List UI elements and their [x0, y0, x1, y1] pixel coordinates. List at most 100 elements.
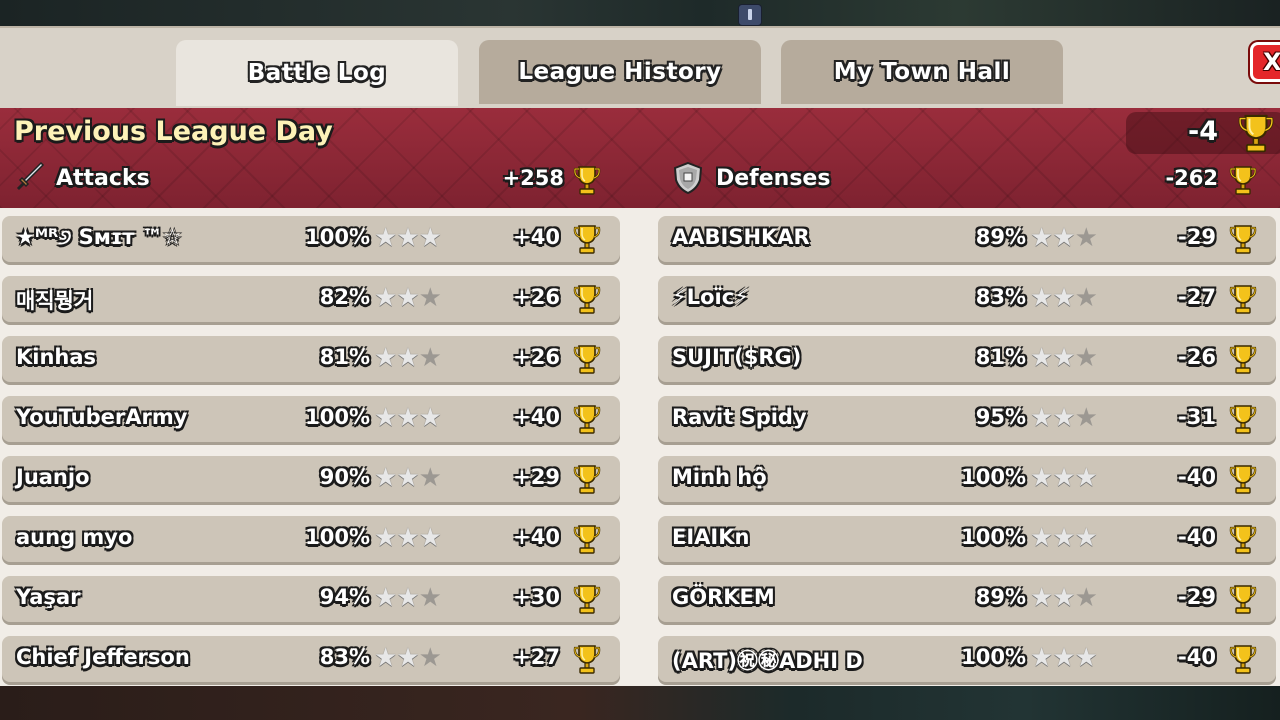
defense-player-name: GÖRKEM: [672, 585, 775, 609]
trophy-icon: [572, 164, 602, 196]
defense-player-name: ⚡Loïc⚡: [672, 285, 749, 309]
attack-destruction-percent: 81%: [319, 345, 370, 369]
defense-row[interactable]: Ravit Spidy 95% ★★★ -31: [658, 396, 1276, 442]
star-icon: ★: [396, 283, 419, 313]
trophy-icon: [572, 343, 602, 375]
defense-player-name: SUJIT($RG): [672, 345, 802, 369]
defense-player-name: (ART)㊗㊙ADHI D: [672, 649, 863, 673]
star-icon: ★: [1074, 223, 1098, 253]
defense-trophy-change: -31: [1178, 405, 1216, 429]
game-background-bottom: [0, 686, 1280, 720]
sword-icon: [16, 161, 45, 191]
attack-player-name: 매직뭥거: [16, 289, 94, 313]
star-icon: ★: [374, 343, 397, 373]
defense-row[interactable]: (ART)㊗㊙ADHI D 100% ★★★ -40: [658, 636, 1276, 682]
trophy-icon: [572, 223, 602, 255]
defense-stars: ★★★: [1030, 463, 1098, 493]
attack-row[interactable]: Yaşar 94% ★★★ +30: [2, 576, 620, 622]
defense-row[interactable]: AABISHKAR 89% ★★★ -29: [658, 216, 1276, 262]
attacks-label: Attacks: [56, 166, 150, 191]
attack-destruction-percent: 90%: [319, 465, 370, 489]
close-icon: X: [1263, 48, 1280, 76]
attack-player-name: YouTuberArmy: [16, 405, 188, 429]
star-icon: ★: [1052, 403, 1075, 433]
defense-stars: ★★★: [1030, 285, 1098, 311]
attack-stars: ★★★: [374, 343, 442, 373]
tab-battle-log[interactable]: Battle Log: [176, 40, 458, 106]
defense-destruction-percent: 100%: [961, 465, 1026, 489]
trophy-icon: [572, 523, 602, 555]
attack-row[interactable]: Juanjo 90% ★★★ +29: [2, 456, 620, 502]
attack-stars: ★★★: [374, 463, 442, 493]
star-icon: ★: [1030, 643, 1053, 673]
defense-trophy-change: -40: [1178, 645, 1216, 669]
defense-row[interactable]: SUJIT($RG) 81% ★★★ -26: [658, 336, 1276, 382]
trophy-icon: [1228, 523, 1258, 555]
star-icon: ★: [396, 223, 419, 253]
defense-player-name: AABISHKAR: [672, 225, 810, 249]
tab-league-history-label: League History: [518, 59, 722, 85]
star-icon: ★: [1052, 463, 1075, 493]
attack-destruction-percent: 100%: [305, 225, 370, 249]
defense-row[interactable]: GÖRKEM 89% ★★★ -29: [658, 576, 1276, 622]
shield-icon: [673, 161, 703, 195]
star-icon: ★: [1074, 463, 1098, 493]
star-icon: ★: [374, 463, 397, 493]
star-icon: ★: [418, 583, 442, 613]
trophy-icon: [1228, 164, 1258, 196]
trophy-icon: [1228, 463, 1258, 495]
defense-player-name: Ravit Spidy: [672, 405, 807, 429]
defense-row[interactable]: Minh hộ 100% ★★★ -40: [658, 456, 1276, 502]
net-trophies-value: -4: [1188, 116, 1218, 147]
tab-my-town-hall[interactable]: My Town Hall: [781, 40, 1063, 104]
defense-stars: ★★★: [1030, 403, 1098, 433]
defense-trophy-change: -29: [1178, 585, 1216, 609]
attack-trophy-change: +30: [513, 585, 560, 609]
attack-stars: ★★★: [374, 645, 442, 671]
tab-league-history[interactable]: League History: [479, 40, 761, 104]
attack-player-name: ★ᴹᴿ୬ Sᴍɪᴛ ™☆: [16, 225, 182, 249]
star-icon: ★: [1074, 343, 1098, 373]
star-icon: ★: [396, 523, 419, 553]
attack-player-name: Juanjo: [16, 465, 90, 489]
attack-trophy-change: +26: [513, 345, 560, 369]
attack-row[interactable]: YouTuberArmy 100% ★★★ +40: [2, 396, 620, 442]
close-button[interactable]: X: [1250, 42, 1280, 82]
trophy-icon: [1228, 223, 1258, 255]
star-icon: ★: [418, 223, 442, 253]
attack-destruction-percent: 100%: [305, 405, 370, 429]
star-icon: ★: [374, 583, 397, 613]
attack-destruction-percent: 94%: [319, 585, 370, 609]
attack-trophy-change: +27: [513, 645, 560, 669]
star-icon: ★: [374, 523, 397, 553]
trophy-icon: [572, 463, 602, 495]
star-icon: ★: [1030, 583, 1053, 613]
defense-stars: ★★★: [1030, 643, 1098, 673]
defense-destruction-percent: 81%: [975, 345, 1026, 369]
attack-destruction-percent: 83%: [319, 645, 370, 669]
trophy-icon: [572, 643, 602, 675]
attack-trophy-change: +40: [513, 405, 560, 429]
star-icon: ★: [1030, 223, 1053, 253]
defense-row[interactable]: ⚡Loïc⚡ 83% ★★★ -27: [658, 276, 1276, 322]
attack-row[interactable]: Chief Jefferson 83% ★★★ +27: [2, 636, 620, 682]
defense-destruction-percent: 83%: [975, 285, 1026, 309]
trophy-icon: [1228, 403, 1258, 435]
attack-stars: ★★★: [374, 583, 442, 613]
defense-player-name: EIAIKn: [672, 525, 750, 549]
attack-row[interactable]: Kinhas 81% ★★★ +26: [2, 336, 620, 382]
defense-stars: ★★★: [1030, 583, 1098, 613]
star-icon: ★: [396, 583, 419, 613]
star-icon: ★: [1030, 463, 1053, 493]
attack-stars: ★★★: [374, 523, 442, 553]
star-icon: ★: [1052, 223, 1075, 253]
attack-row[interactable]: aung myo 100% ★★★ +40: [2, 516, 620, 562]
tab-my-town-hall-label: My Town Hall: [833, 59, 1011, 85]
attack-row[interactable]: 매직뭥거 82% ★★★ +26: [2, 276, 620, 322]
attack-row[interactable]: ★ᴹᴿ୬ Sᴍɪᴛ ™☆ 100% ★★★ +40: [2, 216, 620, 262]
star-icon: ★: [396, 463, 419, 493]
star-icon: ★: [1052, 643, 1075, 673]
defense-row[interactable]: EIAIKn 100% ★★★ -40: [658, 516, 1276, 562]
trophy-icon: [572, 403, 602, 435]
star-icon: ★: [418, 523, 442, 553]
